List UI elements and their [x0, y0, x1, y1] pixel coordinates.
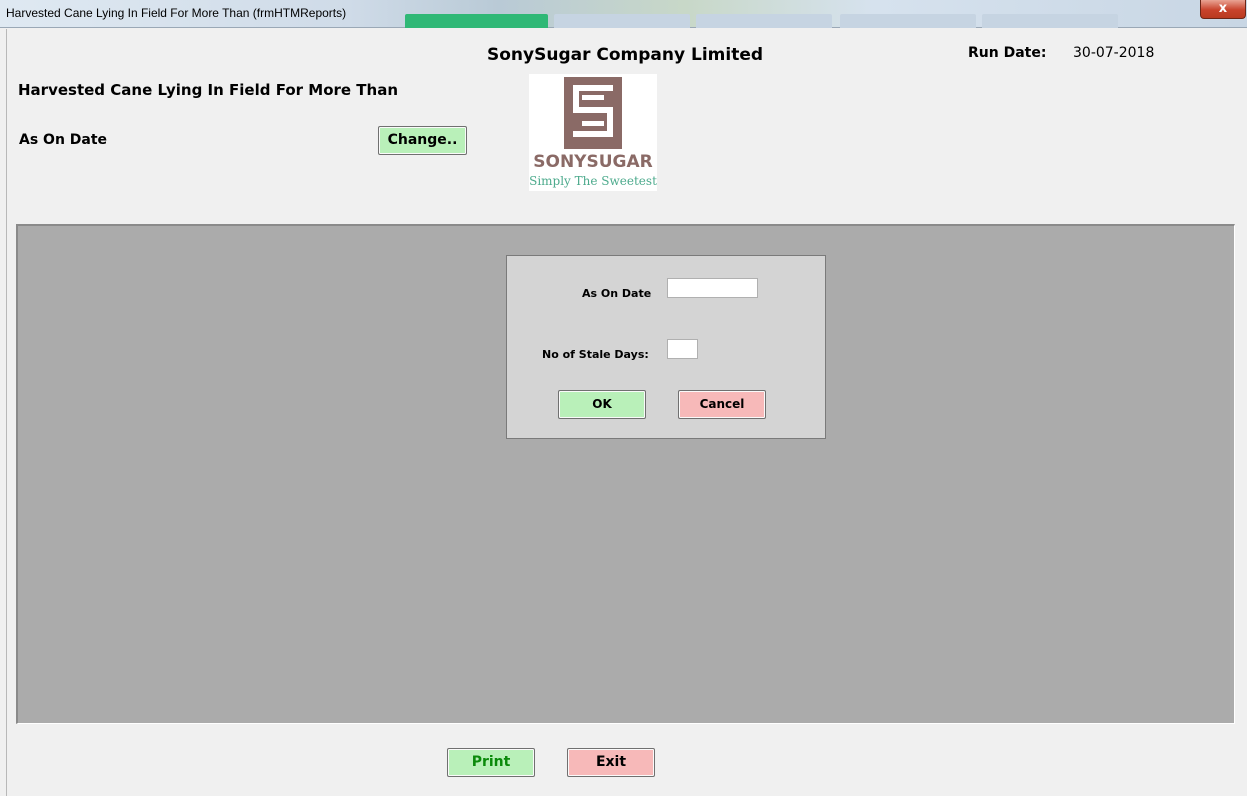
company-name: SonySugar Company Limited	[487, 45, 764, 65]
window-title: Harvested Cane Lying In Field For More T…	[6, 6, 347, 20]
logo-tagline: Simply The Sweetest	[529, 174, 657, 188]
background-window-tab	[982, 14, 1118, 28]
ok-button[interactable]: OK	[558, 390, 646, 419]
company-logo: SONYSUGAR Simply The Sweetest	[529, 74, 657, 191]
print-button[interactable]: Print	[447, 748, 535, 777]
as-on-date-label: As On Date	[19, 132, 108, 148]
background-window-tab	[554, 14, 690, 28]
as-on-date-input[interactable]	[667, 278, 758, 298]
background-window-tab	[696, 14, 832, 28]
stale-days-label: No of Stale Days:	[542, 348, 649, 361]
parameter-dialog: As On Date No of Stale Days:	[506, 255, 826, 439]
close-button[interactable]: x	[1200, 0, 1246, 19]
exit-button[interactable]: Exit	[567, 748, 655, 777]
report-window: Harvested Cane Lying In Field For More T…	[0, 0, 1247, 796]
stale-days-input[interactable]	[667, 339, 698, 359]
logo-s-icon	[564, 77, 622, 149]
title-bar[interactable]: Harvested Cane Lying In Field For More T…	[0, 0, 1247, 28]
close-icon: x	[1218, 1, 1228, 16]
dialog-as-on-date-label: As On Date	[582, 287, 652, 300]
change-button[interactable]: Change..	[378, 126, 467, 155]
run-date-label: Run Date:	[968, 45, 1047, 61]
run-date-value: 30-07-2018	[1073, 45, 1155, 61]
logo-name: SONYSUGAR	[533, 152, 653, 172]
background-window-tab	[840, 14, 976, 28]
cancel-button[interactable]: Cancel	[678, 390, 766, 419]
background-window-tab	[405, 14, 548, 28]
report-title: Harvested Cane Lying In Field For More T…	[18, 81, 399, 99]
